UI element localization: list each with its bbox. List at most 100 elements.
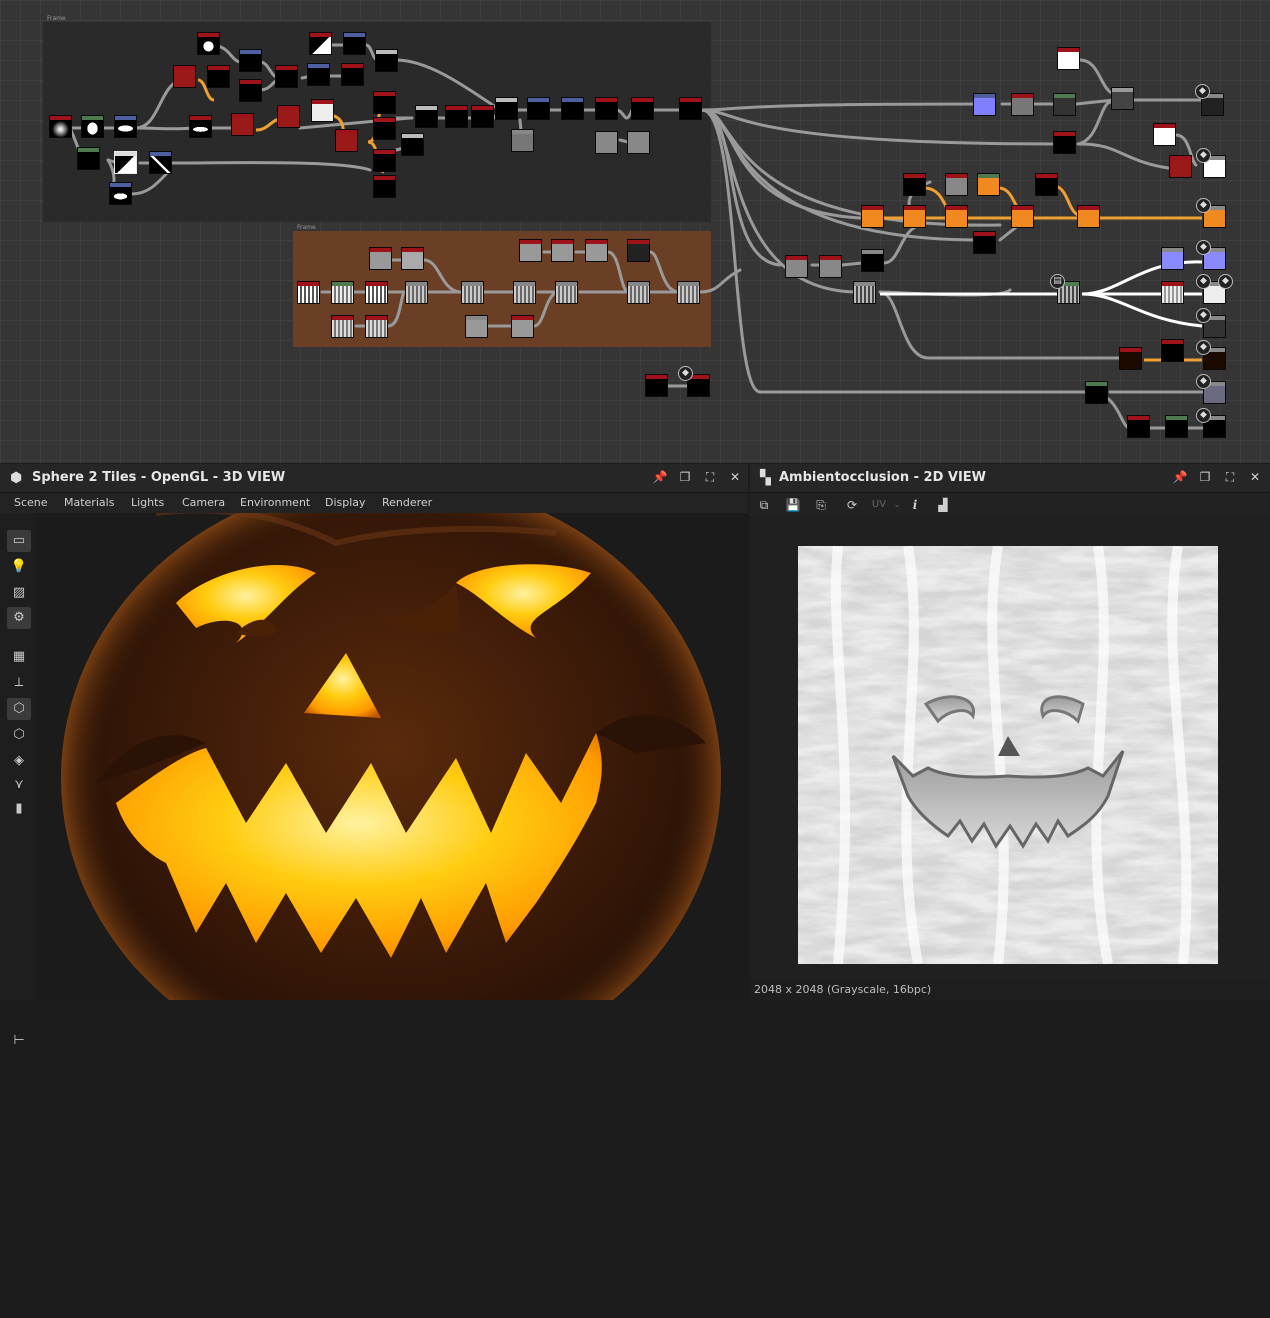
- graph-node[interactable]: [1054, 94, 1075, 115]
- layers-icon[interactable]: ◈: [7, 750, 31, 772]
- tripod-icon[interactable]: ⋎: [7, 774, 31, 796]
- output-icon[interactable]: ◆: [1196, 240, 1211, 255]
- document-icon[interactable]: ▤: [1050, 274, 1065, 289]
- graph-node[interactable]: [632, 98, 653, 119]
- graph-node[interactable]: [198, 33, 219, 54]
- graph-node[interactable]: [374, 118, 395, 139]
- output-icon[interactable]: ◆: [1196, 308, 1211, 323]
- menu-environment[interactable]: Environment: [240, 496, 310, 509]
- graph-node[interactable]: [208, 66, 229, 87]
- graph-node[interactable]: [562, 98, 583, 119]
- uv-toggle[interactable]: UV: [870, 496, 888, 514]
- menu-scene[interactable]: Scene: [14, 496, 48, 509]
- graph-node[interactable]: [344, 33, 365, 54]
- graph-node[interactable]: [974, 232, 995, 253]
- copy-icon[interactable]: ⎘: [812, 496, 830, 514]
- menu-display[interactable]: Display: [325, 496, 366, 509]
- 2d-viewport[interactable]: [750, 518, 1270, 978]
- graph-node[interactable]: [820, 256, 841, 277]
- output-icon[interactable]: ◆: [1196, 374, 1211, 389]
- graph-node[interactable]: [1078, 206, 1099, 227]
- graph-node[interactable]: [406, 282, 427, 303]
- settings-icon[interactable]: ⚙: [7, 607, 31, 629]
- graph-node[interactable]: [374, 176, 395, 197]
- graph-node[interactable]: [628, 282, 649, 303]
- save-icon[interactable]: 💾: [784, 496, 802, 514]
- graph-node[interactable]: [514, 282, 535, 303]
- node-graph-canvas[interactable]: Frame Frame ◆ ◆ ◆ ◆ ▤ ◆ ◆ ◆ ◆ ◆ ◆ ◆: [0, 0, 1270, 463]
- graph-node[interactable]: [402, 248, 423, 269]
- graph-node[interactable]: [446, 106, 467, 127]
- graph-node[interactable]: [904, 174, 925, 195]
- graph-node[interactable]: [556, 282, 577, 303]
- graph-node[interactable]: [1162, 282, 1183, 303]
- output-icon[interactable]: ◆: [1196, 408, 1211, 423]
- graph-node[interactable]: [520, 240, 541, 261]
- pin-icon[interactable]: 📌: [652, 469, 668, 485]
- graph-node[interactable]: [336, 130, 357, 151]
- graph-node[interactable]: [680, 98, 701, 119]
- graph-node[interactable]: [374, 150, 395, 171]
- graph-node[interactable]: [646, 375, 667, 396]
- menu-materials[interactable]: Materials: [64, 496, 114, 509]
- graph-node[interactable]: [586, 240, 607, 261]
- graph-node[interactable]: [462, 282, 483, 303]
- menu-lights[interactable]: Lights: [131, 496, 164, 509]
- graph-node[interactable]: [628, 132, 649, 153]
- menu-camera[interactable]: Camera: [182, 496, 225, 509]
- graph-node[interactable]: [402, 134, 423, 155]
- graph-node[interactable]: [1128, 416, 1149, 437]
- graph-node[interactable]: [370, 248, 391, 269]
- graph-node[interactable]: [240, 50, 261, 71]
- graph-node[interactable]: [978, 174, 999, 195]
- graph-node[interactable]: [376, 50, 397, 71]
- graph-node[interactable]: [366, 316, 387, 337]
- output-icon[interactable]: ◆: [1196, 340, 1211, 355]
- graph-node[interactable]: [78, 148, 99, 169]
- graph-node[interactable]: [854, 282, 875, 303]
- close-icon[interactable]: ✕: [1247, 469, 1263, 485]
- graph-node[interactable]: [946, 206, 967, 227]
- 3d-viewport[interactable]: [36, 513, 748, 1000]
- graph-node[interactable]: [278, 106, 299, 127]
- graph-node[interactable]: [308, 64, 329, 85]
- maximize-icon[interactable]: ⛶: [1222, 469, 1238, 485]
- graph-node[interactable]: [332, 282, 353, 303]
- histogram-icon[interactable]: ▟: [934, 496, 952, 514]
- grid-icon[interactable]: ▦: [7, 646, 31, 668]
- graph-node[interactable]: [312, 100, 333, 121]
- graph-node[interactable]: [1170, 156, 1191, 177]
- graph-node[interactable]: [190, 116, 211, 137]
- maximize-icon[interactable]: ⛶: [702, 469, 718, 485]
- graph-node[interactable]: [904, 206, 925, 227]
- output-icon[interactable]: ◆: [1196, 274, 1211, 289]
- graph-node[interactable]: [240, 80, 261, 101]
- stats-icon[interactable]: ▮: [7, 798, 31, 820]
- output-icon[interactable]: ◆: [1218, 274, 1233, 289]
- graph-node[interactable]: [110, 183, 131, 204]
- camera-icon[interactable]: ▭: [7, 530, 31, 552]
- graph-node[interactable]: [862, 206, 883, 227]
- graph-node[interactable]: [416, 106, 437, 127]
- graph-node[interactable]: [552, 240, 573, 261]
- graph-node[interactable]: [174, 66, 195, 87]
- graph-node[interactable]: [1112, 88, 1133, 109]
- graph-node[interactable]: [276, 66, 297, 87]
- graph-node[interactable]: [1166, 416, 1187, 437]
- tree-icon[interactable]: ⊢: [7, 1030, 31, 1052]
- graph-node[interactable]: [115, 152, 136, 173]
- menu-renderer[interactable]: Renderer: [382, 496, 432, 509]
- restore-icon[interactable]: ❐: [677, 469, 693, 485]
- graph-node[interactable]: [678, 282, 699, 303]
- graph-node[interactable]: [310, 33, 331, 54]
- graph-node[interactable]: [374, 92, 395, 113]
- environment-icon[interactable]: ▨: [7, 582, 31, 604]
- cube-icon[interactable]: ⬡: [7, 698, 31, 720]
- output-icon[interactable]: ◆: [1196, 148, 1211, 163]
- chevron-down-icon[interactable]: ⌄: [888, 496, 906, 514]
- graph-node[interactable]: [1162, 248, 1183, 269]
- info-icon[interactable]: i: [906, 496, 924, 514]
- graph-node[interactable]: [974, 94, 995, 115]
- graph-node[interactable]: [150, 152, 171, 173]
- graph-node[interactable]: [1012, 94, 1033, 115]
